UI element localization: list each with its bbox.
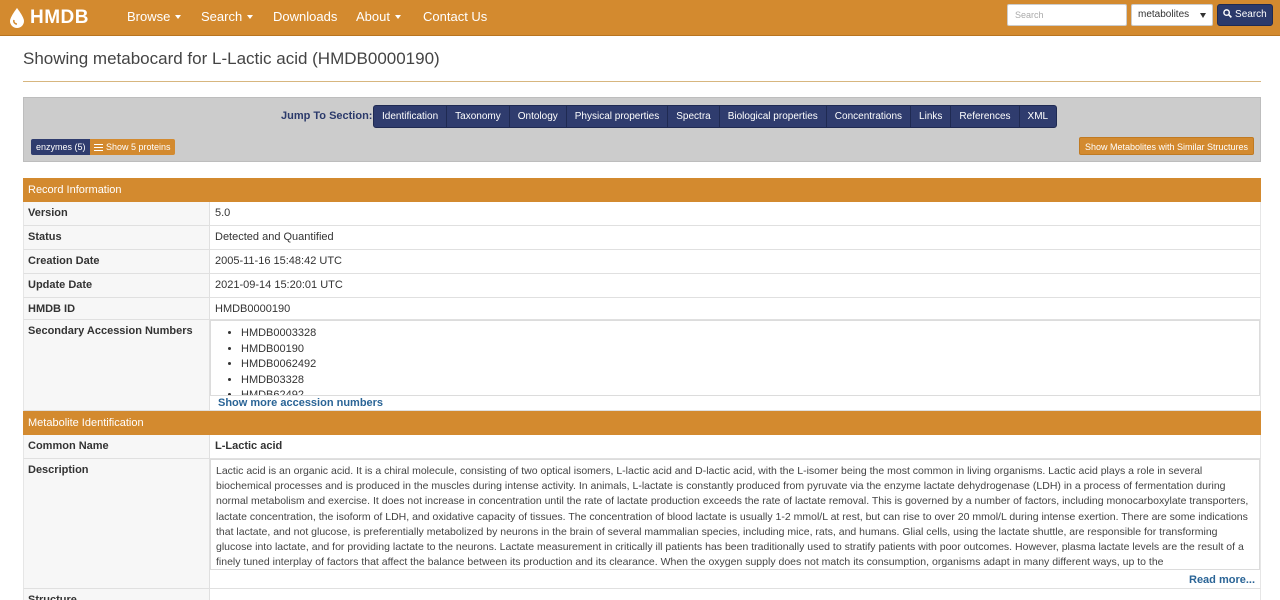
search-button-label: Search: [1235, 9, 1267, 20]
chevron-down-icon: [175, 14, 182, 19]
show-more-accession-link[interactable]: Show more accession numbers: [218, 397, 383, 409]
jump-taxonomy[interactable]: Taxonomy: [447, 106, 510, 127]
secondary-accession-list-box[interactable]: HMDB0003328 HMDB00190 HMDB0062492 HMDB03…: [210, 320, 1260, 396]
creation-date-value: 2005-11-16 15:48:42 UTC: [215, 255, 342, 267]
title-divider: [23, 81, 1261, 82]
jump-label: Jump To Section:: [281, 110, 373, 122]
search-input[interactable]: [1007, 4, 1127, 26]
nav-downloads[interactable]: Downloads: [273, 0, 337, 36]
status-value: Detected and Quantified: [215, 231, 334, 243]
status-key: Status: [24, 226, 210, 249]
structure-key: Structure: [24, 589, 210, 600]
list-item: HMDB0062492: [241, 357, 316, 373]
common-name-value: L-Lactic acid: [215, 440, 283, 452]
nav-browse[interactable]: Browse: [127, 0, 182, 36]
update-date-key: Update Date: [24, 274, 210, 297]
nav-contact[interactable]: Contact Us: [423, 0, 487, 36]
row-description: Description Lactic acid is an organic ac…: [23, 459, 1261, 589]
hmdb-id-key: HMDB ID: [24, 298, 210, 319]
chevron-down-icon: [1200, 13, 1206, 18]
enzymes-badge: enzymes (5): [31, 139, 91, 155]
search-type-value: metabolites: [1138, 9, 1190, 20]
jump-biological-properties[interactable]: Biological properties: [720, 106, 827, 127]
jump-spectra[interactable]: Spectra: [668, 106, 720, 127]
row-secondary-accession: Secondary Accession Numbers HMDB0003328 …: [23, 320, 1261, 411]
nav-about[interactable]: About: [356, 0, 401, 36]
row-hmdb-id: HMDB ID HMDB0000190: [23, 298, 1261, 320]
show-proteins-button[interactable]: Show 5 proteins: [90, 139, 175, 155]
version-value: 5.0: [215, 207, 231, 219]
row-status: Status Detected and Quantified: [23, 226, 1261, 250]
row-version: Version 5.0: [23, 202, 1261, 226]
search-icon: [1223, 9, 1233, 18]
jump-concentrations[interactable]: Concentrations: [827, 106, 912, 127]
row-creation-date: Creation Date 2005-11-16 15:48:42 UTC: [23, 250, 1261, 274]
nav-search-label: Search: [201, 9, 243, 24]
list-item: HMDB0003328: [241, 326, 316, 342]
chevron-down-icon: [394, 14, 401, 19]
description-key: Description: [24, 459, 210, 588]
search-button[interactable]: Search: [1217, 4, 1273, 26]
update-date-value: 2021-09-14 15:20:01 UTC: [215, 279, 343, 291]
secondary-accession-list: HMDB0003328 HMDB00190 HMDB0062492 HMDB03…: [241, 326, 316, 395]
list-item: HMDB03328: [241, 373, 316, 389]
metabolite-identification-header: Metabolite Identification: [23, 411, 1261, 435]
read-more-link[interactable]: Read more...: [1189, 574, 1255, 586]
show-proteins-label: Show 5 proteins: [106, 142, 171, 152]
secondary-accession-key: Secondary Accession Numbers: [24, 320, 210, 410]
nav-search[interactable]: Search: [201, 0, 254, 36]
nav-about-label: About: [356, 9, 390, 24]
search-type-select[interactable]: metabolites: [1131, 4, 1213, 26]
jump-identification[interactable]: Identification: [374, 106, 448, 127]
jump-physical-properties[interactable]: Physical properties: [567, 106, 669, 127]
nav-browse-label: Browse: [127, 9, 171, 24]
jump-ontology[interactable]: Ontology: [510, 106, 567, 127]
row-update-date: Update Date 2021-09-14 15:20:01 UTC: [23, 274, 1261, 298]
top-navbar: HMDB Browse Search Downloads About Conta…: [0, 0, 1280, 36]
nav-downloads-label: Downloads: [273, 9, 338, 24]
jump-references[interactable]: References: [951, 106, 1020, 127]
list-item: HMDB62492: [241, 388, 316, 395]
list-item: HMDB00190: [241, 342, 316, 358]
row-structure: Structure: [23, 589, 1261, 600]
hmdb-id-value: HMDB0000190: [215, 303, 291, 315]
record-information-header: Record Information: [23, 178, 1261, 202]
brand-text: HMDB: [30, 7, 89, 28]
similar-structures-button[interactable]: Show Metabolites with Similar Structures: [1079, 137, 1255, 155]
jump-links[interactable]: Links: [911, 106, 952, 127]
page-title: Showing metabocard for L-Lactic acid (HM…: [23, 49, 440, 68]
jump-xml[interactable]: XML: [1020, 106, 1057, 127]
common-name-key: Common Name: [24, 435, 210, 458]
chevron-down-icon: [247, 14, 254, 19]
version-key: Version: [24, 202, 210, 225]
description-text: Lactic acid is an organic acid. It is a …: [210, 459, 1260, 570]
nav-contact-label: Contact Us: [423, 9, 488, 24]
drop-icon: [10, 8, 24, 28]
brand-logo[interactable]: HMDB: [10, 5, 89, 31]
creation-date-key: Creation Date: [24, 250, 210, 273]
jump-section-group: Identification Taxonomy Ontology Physica…: [373, 105, 1058, 128]
list-icon: [94, 143, 103, 151]
row-common-name: Common Name L-Lactic acid: [23, 435, 1261, 459]
